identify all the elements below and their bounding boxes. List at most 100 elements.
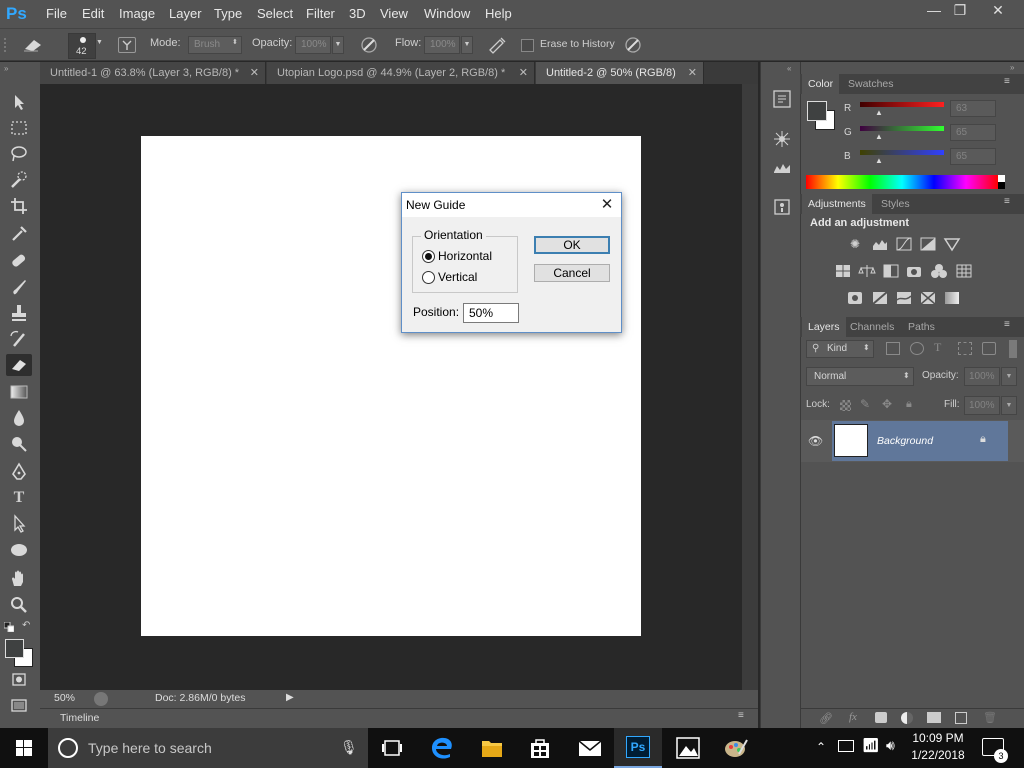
brush-panel-toggle-icon[interactable] — [118, 37, 136, 53]
healing-brush-tool-icon[interactable] — [6, 250, 32, 272]
position-input[interactable]: 50% — [463, 303, 519, 323]
tab-color[interactable]: Color — [802, 74, 840, 94]
quick-mask-icon[interactable] — [6, 669, 32, 691]
red-value-input[interactable]: 63 — [950, 100, 996, 117]
collapse-panels-icon[interactable]: » — [1010, 63, 1014, 72]
microphone-icon[interactable]: 🎙︎ — [340, 739, 358, 756]
tab-paths[interactable]: Paths — [902, 317, 941, 337]
filter-adjustment-icon[interactable] — [910, 342, 924, 355]
filter-toggle-icon[interactable] — [1009, 340, 1017, 358]
brush-preset-picker[interactable]: 42 — [68, 33, 96, 59]
clone-stamp-tool-icon[interactable] — [6, 302, 32, 324]
file-explorer-icon[interactable] — [468, 728, 516, 768]
layer-opacity-input[interactable]: 100% — [964, 367, 1000, 386]
lock-transparent-icon[interactable] — [840, 400, 851, 411]
pen-tool-icon[interactable] — [6, 461, 32, 483]
tab-untitled-2[interactable]: Untitled-2 @ 50% (RGB/8) ✕ — [536, 62, 704, 84]
menu-image[interactable]: Image — [117, 0, 157, 28]
red-slider-thumb-icon[interactable]: ▲ — [875, 108, 883, 117]
levels-icon[interactable] — [871, 236, 889, 252]
brushes-panel-icon[interactable] — [771, 128, 793, 150]
lasso-tool-icon[interactable] — [6, 143, 32, 165]
photo-filter-icon[interactable] — [906, 263, 924, 279]
flow-input[interactable]: 100% — [424, 36, 460, 54]
tab-layers[interactable]: Layers — [802, 317, 846, 337]
spectrum-black-swatch[interactable] — [998, 182, 1005, 189]
show-hidden-icons[interactable]: ⌃ — [816, 740, 826, 754]
red-slider[interactable] — [860, 102, 944, 107]
grip-handle[interactable] — [4, 38, 10, 52]
restore-button[interactable]: ❐ — [942, 0, 978, 20]
color-panel-menu-icon[interactable]: ≡ — [1004, 76, 1010, 87]
move-tool-icon[interactable] — [6, 91, 32, 113]
brush-presets-icon[interactable] — [771, 156, 793, 178]
opacity-input[interactable]: 100% — [295, 36, 331, 54]
menu-help[interactable]: Help — [483, 0, 514, 28]
airbrush-icon[interactable] — [486, 35, 508, 55]
layer-name[interactable]: Background — [877, 435, 933, 447]
opacity-dropdown-icon[interactable]: ▼ — [332, 36, 344, 54]
horizontal-radio[interactable] — [422, 250, 435, 263]
layer-style-icon[interactable]: fx — [849, 711, 857, 723]
green-slider[interactable] — [860, 126, 944, 131]
paint-app-icon[interactable] — [712, 728, 760, 768]
pressure-size-icon[interactable] — [622, 35, 644, 55]
lock-all-icon[interactable]: 🔒︎ — [906, 398, 912, 411]
tab-untitled-1[interactable]: Untitled-1 @ 63.8% (Layer 3, RGB/8) * ✕ — [40, 62, 266, 84]
task-view-icon[interactable] — [368, 728, 416, 768]
brush-dropdown-icon[interactable]: ▼ — [96, 39, 103, 46]
color-balance-icon[interactable] — [858, 263, 876, 279]
filter-type-icon[interactable]: T — [934, 340, 941, 355]
battery-icon[interactable] — [838, 740, 854, 752]
store-icon[interactable] — [516, 728, 564, 768]
menu-view[interactable]: View — [378, 0, 410, 28]
menu-select[interactable]: Select — [255, 0, 295, 28]
menu-edit[interactable]: Edit — [80, 0, 106, 28]
status-menu-arrow-icon[interactable]: ▶ — [286, 692, 294, 703]
color-lookup-icon[interactable] — [955, 263, 973, 279]
gradient-map-icon[interactable] — [943, 290, 961, 306]
history-brush-tool-icon[interactable] — [6, 328, 32, 350]
close-tab-icon[interactable]: ✕ — [688, 62, 697, 84]
tab-utopian-logo[interactable]: Utopian Logo.psd @ 44.9% (Layer 2, RGB/8… — [267, 62, 535, 84]
tab-channels[interactable]: Channels — [844, 317, 900, 337]
menu-window[interactable]: Window — [422, 0, 472, 28]
menu-3d[interactable]: 3D — [347, 0, 368, 28]
volume-icon[interactable]: 🔊︎ — [886, 737, 895, 754]
swap-colors-icon[interactable]: ↶ — [22, 620, 30, 631]
photos-app-icon[interactable] — [664, 728, 712, 768]
timeline-label[interactable]: Timeline — [60, 712, 99, 724]
layer-row-background[interactable]: Background 🔒︎ — [832, 421, 1008, 461]
filter-smart-object-icon[interactable] — [982, 342, 996, 355]
ellipse-tool-icon[interactable] — [6, 539, 32, 561]
system-clock[interactable]: 10:09 PM 1/22/2018 — [904, 730, 972, 766]
path-selection-tool-icon[interactable] — [6, 513, 32, 535]
blue-value-input[interactable]: 65 — [950, 148, 996, 165]
gradient-tool-icon[interactable] — [6, 381, 32, 403]
close-tab-icon[interactable]: ✕ — [250, 62, 259, 84]
posterize-icon[interactable] — [871, 290, 889, 306]
crop-tool-icon[interactable] — [6, 195, 32, 217]
filter-pixel-icon[interactable] — [886, 342, 900, 355]
ok-button[interactable]: OK — [534, 236, 610, 254]
curves-icon[interactable] — [895, 236, 913, 252]
taskbar-search-box[interactable]: Type here to search 🎙︎ — [48, 728, 368, 768]
flow-dropdown-icon[interactable]: ▼ — [461, 36, 473, 54]
vertical-label[interactable]: Vertical — [438, 270, 477, 284]
green-value-input[interactable]: 65 — [950, 124, 996, 141]
mail-icon[interactable] — [566, 728, 614, 768]
vertical-scrollbar[interactable] — [742, 84, 758, 690]
layers-panel-menu-icon[interactable]: ≡ — [1004, 319, 1010, 330]
tab-adjustments[interactable]: Adjustments — [802, 194, 872, 214]
info-panel-icon[interactable] — [771, 196, 793, 218]
close-tab-icon[interactable]: ✕ — [519, 62, 528, 84]
link-layers-icon[interactable]: 🔗︎ — [819, 712, 833, 725]
eraser-tool-button-icon[interactable] — [6, 354, 32, 376]
invert-icon[interactable] — [846, 290, 864, 306]
black-white-icon[interactable] — [882, 263, 900, 279]
lock-pixels-icon[interactable]: ✎ — [860, 397, 870, 411]
close-window-button[interactable]: ✕ — [980, 0, 1016, 20]
photoshop-taskbar-button[interactable]: Ps — [614, 728, 662, 768]
visibility-eye-icon[interactable]: 👁︎ — [808, 434, 823, 448]
layer-opacity-dropdown-icon[interactable]: ▼ — [1001, 367, 1017, 386]
